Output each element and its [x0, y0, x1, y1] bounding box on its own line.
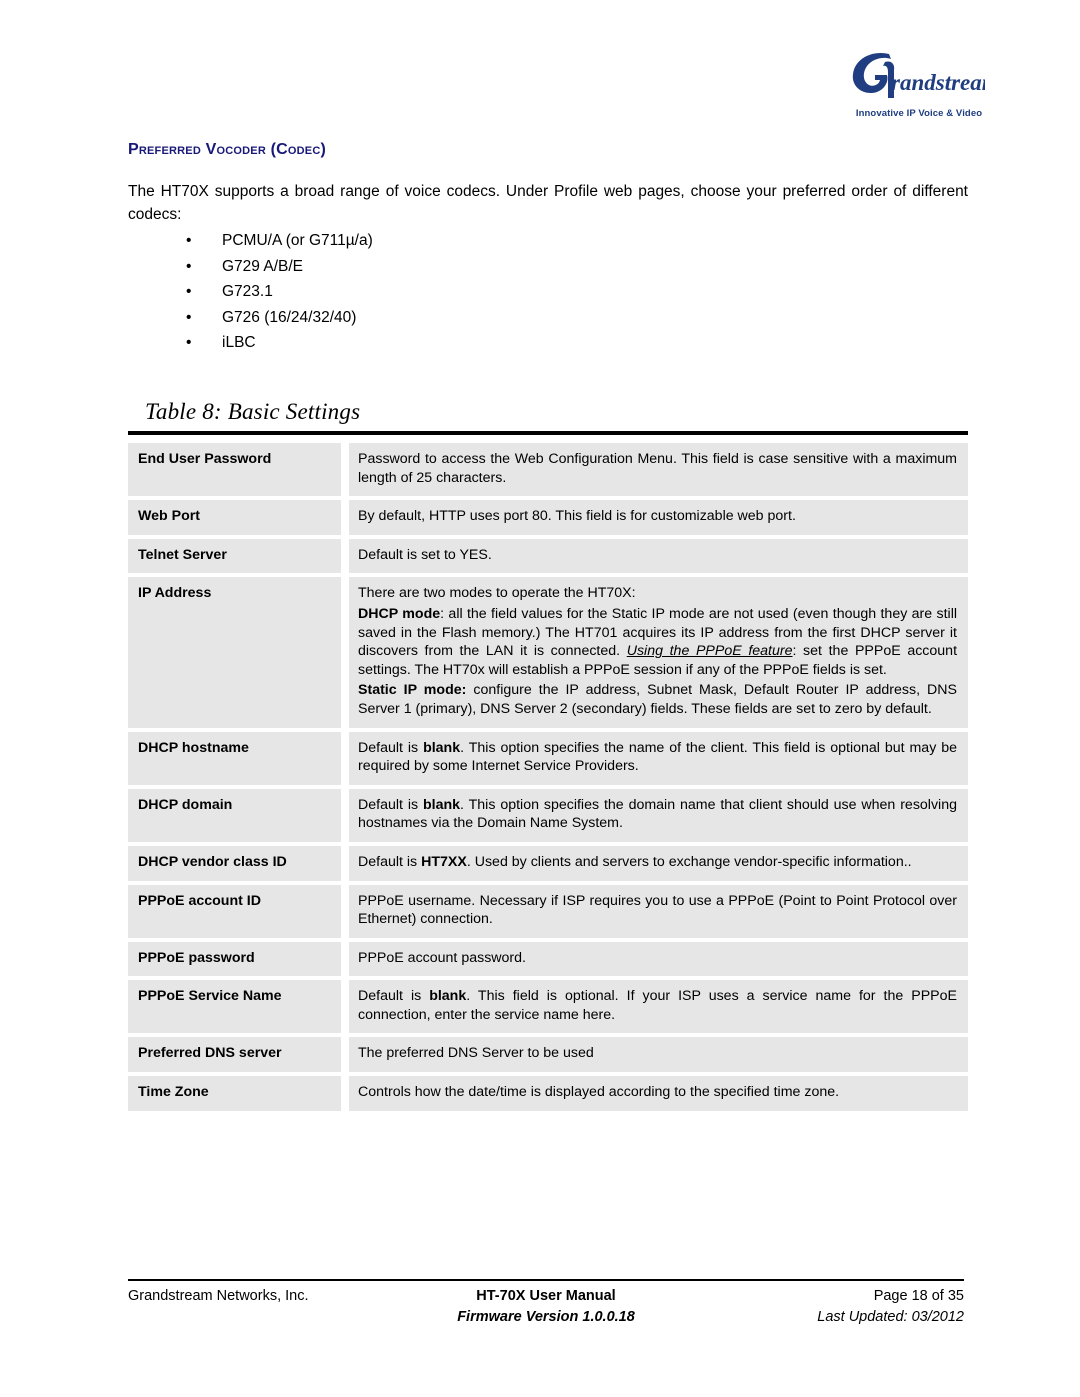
column-gap [341, 980, 349, 1034]
row-key: Web Port [128, 500, 341, 535]
row-value: Default is blank. This option specifies … [349, 788, 968, 842]
row-key: End User Password [128, 443, 341, 497]
row-value: PPPoE account password. [349, 941, 968, 977]
footer-page-number: Page 18 of 35 [873, 1287, 964, 1304]
list-item: • PCMU/A (or G711µ/a) [186, 228, 686, 254]
static-ip-label: Static IP mode: [358, 682, 467, 699]
list-item: • G729 A/B/E [186, 254, 686, 280]
table-row: PPPoE password PPPoE account password. [128, 941, 968, 977]
table-row: Web Port By default, HTTP uses port 80. … [128, 500, 968, 535]
column-gap [341, 941, 349, 977]
column-gap [341, 577, 349, 728]
table-row: PPPoE Service Name Default is blank. Thi… [128, 980, 968, 1034]
pppoe-feature-emphasis: Using the PPPoE feature [626, 643, 793, 660]
grandstream-logo: randstream Innovative IP Voice & Video [845, 48, 985, 128]
logo-tagline: Innovative IP Voice & Video [855, 108, 983, 119]
list-item: • iLBC [186, 330, 686, 356]
row-key: DHCP vendor class ID [128, 845, 341, 881]
row-key: PPPoE password [128, 941, 341, 977]
dhcp-mode-label: DHCP mode [358, 605, 441, 622]
footer-last-updated: Last Updated: 03/2012 [817, 1308, 964, 1325]
dhcp-mode-paragraph: DHCP mode: all the field values for the … [358, 605, 957, 679]
column-gap [341, 538, 349, 574]
column-gap [341, 884, 349, 938]
row-value: Default is blank. This field is optional… [349, 980, 968, 1034]
table-row: Preferred DNS server The preferred DNS S… [128, 1037, 968, 1073]
bullet-icon: • [186, 334, 192, 351]
row-value: Default is HT7XX. Used by clients and se… [349, 845, 968, 881]
table-row: DHCP vendor class ID Default is HT7XX. U… [128, 845, 968, 881]
list-item: • G723.1 [186, 279, 686, 305]
codec-label: iLBC [222, 334, 256, 351]
table-row: IP Address There are two modes to operat… [128, 577, 968, 728]
row-value: Password to access the Web Configuration… [349, 443, 968, 497]
logo-mark: randstream [845, 48, 985, 106]
column-gap [341, 845, 349, 881]
table-row: Telnet Server Default is set to YES. [128, 538, 968, 574]
value-pre: Default is [358, 853, 422, 870]
footer-rule [128, 1279, 964, 1281]
row-key: PPPoE Service Name [128, 980, 341, 1034]
document-page: randstream Innovative IP Voice & Video P… [0, 0, 1080, 1397]
codec-label: G726 (16/24/32/40) [222, 308, 357, 326]
table-row: DHCP domain Default is blank. This optio… [128, 788, 968, 842]
row-key: Preferred DNS server [128, 1037, 341, 1073]
value-post: . Used by clients and servers to exchang… [466, 853, 912, 870]
bullet-icon: • [186, 257, 192, 275]
value-bold: blank [422, 796, 461, 813]
list-item: • G726 (16/24/32/40) [186, 305, 686, 331]
table-row: End User Password Password to access the… [128, 443, 968, 497]
column-gap [341, 500, 349, 535]
table-row: Time Zone Controls how the date/time is … [128, 1076, 968, 1111]
column-gap [341, 443, 349, 497]
bullet-icon: • [186, 283, 192, 300]
footer-meta-block: Page 18 of 35 Last Updated: 03/2012 [817, 1286, 964, 1328]
basic-settings-table: End User Password Password to access the… [128, 431, 968, 1115]
footer-content: Grandstream Networks, Inc. HT-70X User M… [128, 1286, 964, 1334]
table-row: DHCP hostname Default is blank. This opt… [128, 731, 968, 785]
row-value: By default, HTTP uses port 80. This fiel… [349, 500, 968, 535]
grandstream-wordmark-icon: randstream [852, 52, 985, 98]
table-caption: Table 8: Basic Settings [145, 399, 361, 424]
ip-intro-line: There are two modes to operate the HT70X… [358, 584, 957, 603]
ip-intro-text: There are two modes to operate the HT70X… [358, 585, 636, 602]
static-ip-paragraph: Static IP mode: configure the IP address… [358, 681, 957, 718]
row-key: DHCP hostname [128, 731, 341, 785]
column-gap [341, 1076, 349, 1111]
codec-list: • PCMU/A (or G711µ/a) • G729 A/B/E • G723.1… [186, 228, 686, 356]
row-value: PPPoE username. Necessary if ISP require… [349, 884, 968, 938]
row-key: Time Zone [128, 1076, 341, 1111]
row-value: The preferred DNS Server to be used [349, 1037, 968, 1073]
table-row: PPPoE account ID PPPoE username. Necessa… [128, 884, 968, 938]
row-value: Default is set to YES. [349, 538, 968, 574]
codec-label: G729 A/B/E [222, 257, 303, 275]
intro-paragraph: The HT70X supports a broad range of voic… [128, 183, 968, 223]
value-bold: blank [429, 988, 467, 1005]
value-bold: HT7XX [421, 853, 467, 870]
bullet-icon: • [186, 308, 192, 326]
page-footer: Grandstream Networks, Inc. HT-70X User M… [128, 1279, 964, 1334]
value-pre: Default is [358, 796, 423, 813]
codec-label: G723.1 [222, 283, 273, 300]
row-value: Controls how the date/time is displayed … [349, 1076, 968, 1111]
codec-label: PCMU/A (or G711µ/a) [222, 232, 373, 249]
column-gap [341, 1037, 349, 1073]
row-key: IP Address [128, 577, 341, 728]
bullet-icon: • [186, 232, 192, 249]
column-gap [341, 731, 349, 785]
value-pre: Default is [358, 988, 430, 1005]
row-key: PPPoE account ID [128, 884, 341, 938]
row-value: Default is blank. This option specifies … [349, 731, 968, 785]
column-gap [341, 788, 349, 842]
row-key: Telnet Server [128, 538, 341, 574]
svg-text:randstream: randstream [891, 70, 985, 95]
value-pre: Default is [358, 739, 424, 756]
table-top-rule [128, 431, 968, 435]
row-value: There are two modes to operate the HT70X… [349, 577, 968, 728]
value-bold: blank [423, 739, 461, 756]
row-key: DHCP domain [128, 788, 341, 842]
section-heading: Preferred Vocoder (Codec) [128, 141, 327, 158]
